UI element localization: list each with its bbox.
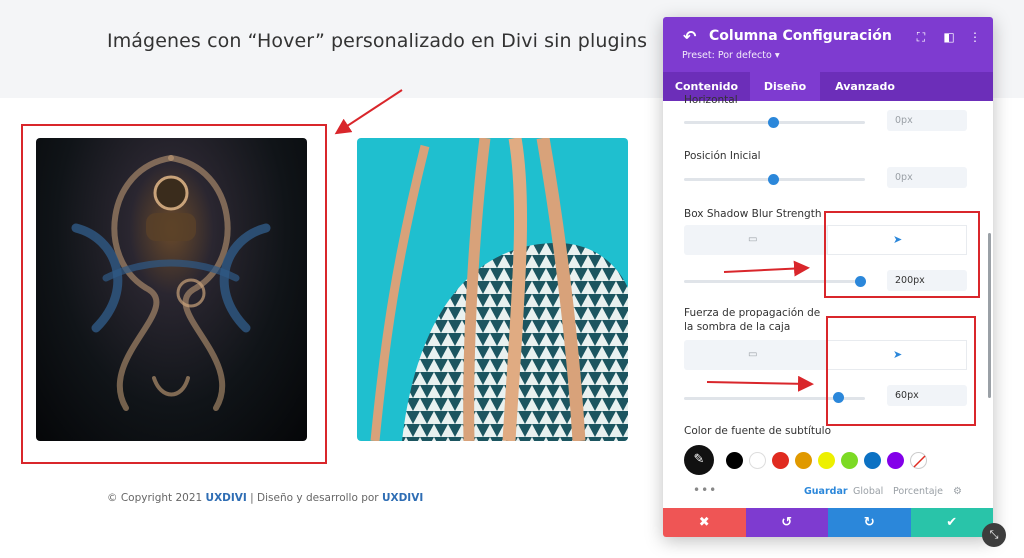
cancel-button[interactable]: ✖: [663, 508, 746, 537]
preset-dropdown[interactable]: Preset: Por defecto ▾: [682, 50, 780, 61]
slider-thumb-posicion-inicial[interactable]: [768, 174, 779, 185]
color-swatch-row: ✎: [684, 445, 984, 477]
split-view-icon[interactable]: ◧: [942, 30, 956, 44]
desktop-icon[interactable]: ▭: [748, 234, 757, 245]
modal-header: ↶ Columna Configuración Preset: Por defe…: [663, 17, 993, 72]
footer-copyright: © Copyright 2021 UXDIVI | Diseño y desar…: [107, 492, 424, 504]
annotation-box-blur: [824, 211, 980, 298]
modal-action-bar: ✖ ↺ ↻ ✔: [663, 508, 993, 537]
palette-tab-global[interactable]: Global: [853, 486, 883, 497]
setting-label-subtitle-color: Color de fuente de subtítulo: [684, 425, 831, 437]
redo-button[interactable]: ↻: [828, 508, 911, 537]
eyedropper-icon[interactable]: ✎: [684, 445, 714, 475]
swatch-green[interactable]: [841, 452, 858, 469]
setting-label-spread: Fuerza de propagación de la sombra de la…: [684, 307, 821, 333]
setting-label-posicion-inicial: Posición Inicial: [684, 150, 761, 162]
slider-thumb-horizontal[interactable]: [768, 117, 779, 128]
swatch-purple[interactable]: [887, 452, 904, 469]
swatch-orange[interactable]: [795, 452, 812, 469]
annotation-box-image: [21, 124, 327, 464]
annotation-box-spread: [826, 316, 976, 426]
undo-button[interactable]: ↺: [745, 508, 828, 537]
setting-label-blur-strength: Box Shadow Blur Strength: [684, 208, 822, 220]
palette-tab-porcentaje[interactable]: Porcentaje: [893, 486, 943, 497]
expand-icon[interactable]: ⛶: [914, 30, 928, 45]
tabs-overlay: [663, 72, 993, 101]
arrow-back-icon[interactable]: ↶: [683, 27, 696, 46]
palette-settings-gear-icon[interactable]: ⚙: [953, 486, 962, 497]
swatch-none-icon[interactable]: [910, 452, 927, 469]
more-vertical-icon[interactable]: ⋮: [968, 30, 982, 44]
swatch-black[interactable]: [726, 452, 743, 469]
panel-scrollbar[interactable]: [988, 233, 991, 398]
swatch-yellow[interactable]: [818, 452, 835, 469]
value-input-horizontal[interactable]: 0px: [887, 110, 967, 131]
swatch-red[interactable]: [772, 452, 789, 469]
page-title: Imágenes con “Hover” personalizado en Di…: [107, 30, 648, 52]
hover-image-tower[interactable]: [357, 138, 628, 441]
value-input-posicion-inicial[interactable]: 0px: [887, 167, 967, 188]
slash-icon: [913, 455, 926, 468]
save-button[interactable]: ✔: [910, 508, 993, 537]
swatch-blue[interactable]: [864, 452, 881, 469]
swatch-white[interactable]: [749, 452, 766, 469]
more-options-icon[interactable]: •••: [693, 483, 717, 497]
tower-graphic: [370, 138, 628, 441]
footer-brand-link[interactable]: UXDIVI: [206, 492, 247, 504]
palette-tab-guardar[interactable]: Guardar: [804, 486, 848, 497]
modal-title: Columna Configuración: [709, 28, 892, 44]
desktop-icon[interactable]: ▭: [748, 349, 757, 360]
footer-author-link[interactable]: UXDIVI: [382, 492, 423, 504]
resize-handle-icon[interactable]: ⤡: [982, 523, 1006, 547]
